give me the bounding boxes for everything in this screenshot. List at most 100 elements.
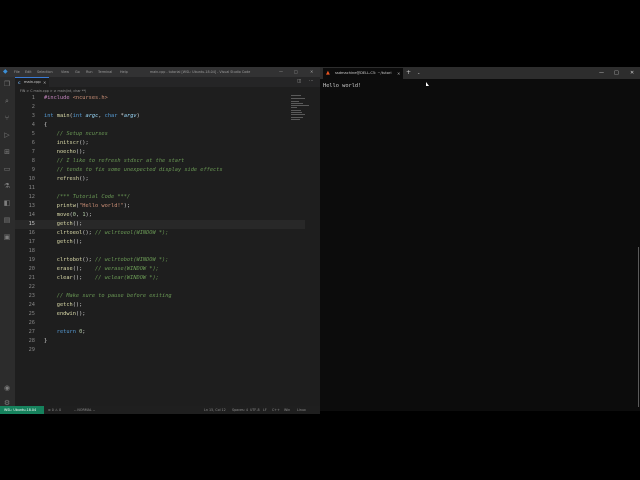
code-line[interactable]: 23 // Make sure to pause before exiting — [15, 292, 305, 301]
code-line[interactable]: 12 /*** Tutorial Code ***/ — [15, 193, 305, 202]
menu-view[interactable]: View — [61, 68, 69, 76]
line-number: 10 — [28, 176, 35, 182]
encoding[interactable]: UTF-8 — [250, 406, 260, 414]
close-icon[interactable]: ✕ — [310, 68, 313, 76]
code-line[interactable]: 29 — [15, 346, 305, 355]
remote-indicator[interactable]: WSL: Ubuntu-18.04 — [0, 406, 44, 414]
code-line[interactable]: 26 — [15, 319, 305, 328]
line-number: 1 — [31, 95, 35, 101]
minimap[interactable] — [291, 94, 313, 124]
minimize-icon[interactable]: — — [599, 69, 604, 77]
code-line[interactable]: 7 noecho(); — [15, 148, 305, 157]
split-editor-icon[interactable]: ◫ — [297, 78, 301, 86]
terminal-output[interactable]: Hello world! — [323, 82, 361, 90]
code-token: // werase(WINDOW *); — [95, 266, 159, 272]
code-line[interactable]: 9 // tends to fix some unexpected displa… — [15, 166, 305, 175]
line-number: 11 — [28, 185, 35, 191]
code-token: // wclrtoeol(WINDOW *); — [95, 230, 169, 236]
code-line[interactable]: 22 — [15, 283, 305, 292]
editor-tabs: C main.cpp ✕ ◫ ⋯ — [15, 77, 320, 87]
tab-main-cpp[interactable]: C main.cpp ✕ — [15, 77, 49, 87]
code-text: { — [44, 121, 47, 130]
code-line[interactable]: 16 clrtoeol(); // wclrtoeol(WINDOW *); — [15, 229, 305, 238]
code-token: move — [56, 212, 70, 218]
code-token: // Setup ncurses — [56, 131, 108, 137]
code-line[interactable]: 24 getch(); — [15, 301, 305, 310]
more-actions-icon[interactable]: ⋯ — [309, 78, 314, 86]
code-line[interactable]: 5 // Setup ncurses — [15, 130, 305, 139]
problems-indicator[interactable]: ⊗ 0 ⚠ 0 — [48, 406, 61, 414]
menu-go[interactable]: Go — [75, 68, 80, 76]
line-number: 29 — [28, 347, 35, 353]
tab-close-icon[interactable]: ✕ — [397, 70, 400, 77]
maximize-icon[interactable]: □ — [294, 68, 298, 76]
code-line[interactable]: 13 printw("Hello world!"); — [15, 202, 305, 211]
extensions-icon[interactable]: ⊞ — [3, 148, 11, 156]
bookmarks-icon[interactable]: ◧ — [3, 199, 11, 207]
menu-help[interactable]: Help — [120, 68, 128, 76]
code-line[interactable]: 17 getch(); — [15, 238, 305, 247]
code-text: #include <ncurses.h> — [44, 94, 108, 103]
code-line[interactable]: 4{ — [15, 121, 305, 130]
menu-terminal[interactable]: Terminal — [98, 68, 112, 76]
close-icon[interactable]: ✕ — [630, 69, 634, 77]
code-line[interactable]: 11 — [15, 184, 305, 193]
menu-file[interactable]: File — [14, 68, 20, 76]
os-indicator[interactable]: Linux — [297, 406, 306, 414]
menu-run[interactable]: Run — [86, 68, 93, 76]
code-line[interactable]: 10 refresh(); — [15, 175, 305, 184]
tab-close-icon[interactable]: ✕ — [43, 79, 46, 87]
new-tab-icon[interactable]: + — [406, 69, 411, 77]
vim-mode: -- NORMAL -- — [74, 408, 96, 412]
menu-selection[interactable]: Selection — [37, 68, 53, 76]
code-token: (); — [72, 221, 83, 227]
remote-explorer-icon[interactable]: ▭ — [3, 165, 11, 173]
code-line[interactable]: 8 // I like to refresh stdscr at the sta… — [15, 157, 305, 166]
code-line[interactable]: 18 — [15, 247, 305, 256]
line-number: 17 — [28, 239, 35, 245]
code-token: getch — [56, 239, 73, 245]
terminal-icon[interactable]: ▣ — [3, 233, 11, 241]
account-icon[interactable]: ◉ — [3, 384, 11, 392]
chevron-down-icon[interactable]: ⌄ — [417, 69, 420, 77]
maximize-icon[interactable]: □ — [614, 69, 619, 77]
language-mode[interactable]: C++ — [272, 406, 280, 414]
code-line[interactable]: 28} — [15, 337, 305, 346]
menu-edit[interactable]: Edit — [25, 68, 32, 76]
code-token: // tends to fix some unexpected display … — [56, 167, 223, 173]
code-line[interactable]: 6 initscr(); — [15, 139, 305, 148]
code-line[interactable]: 1 #include <ncurses.h> — [15, 94, 305, 103]
code-token: ; — [82, 329, 86, 335]
code-line[interactable]: 15 getch(); — [15, 220, 305, 229]
code-token: } — [44, 338, 48, 344]
scrollbar[interactable] — [638, 247, 639, 407]
code-editor[interactable]: 1 #include <ncurses.h> 2 3 int main(int argc… — [15, 94, 320, 406]
code-line[interactable]: 19 clrtobot(); // wclrtobot(WINDOW *); — [15, 256, 305, 265]
indentation[interactable]: Spaces: 4 — [232, 406, 248, 414]
code-text: // Make sure to pause before exiting — [44, 292, 172, 301]
platform[interactable]: Win — [284, 406, 290, 414]
code-line[interactable]: 25 endwin(); — [15, 310, 305, 319]
end-of-line[interactable]: LF — [263, 406, 267, 414]
cursor-position[interactable]: Ln 15, Col 12 — [204, 406, 226, 414]
code-line[interactable]: 2 — [15, 103, 305, 112]
search-icon[interactable]: ⌕ — [3, 97, 11, 105]
code-line[interactable]: 14 move(0, 1); — [15, 211, 305, 220]
code-token: <ncurses.h> — [72, 95, 108, 101]
testing-icon[interactable]: ⚗ — [3, 182, 11, 190]
code-line[interactable]: 21 clear(); // wclear(WINDOW *); — [15, 274, 305, 283]
code-line[interactable]: 20 erase(); // werase(WINDOW *); — [15, 265, 305, 274]
source-control-icon[interactable]: ⑂ — [3, 114, 11, 122]
code-text: clrtoeol(); // wclrtoeol(WINDOW *); — [44, 229, 169, 238]
code-token: ) — [136, 113, 140, 119]
folder-icon[interactable]: ▤ — [3, 216, 11, 224]
code-line[interactable]: 3 int main(int argc, char *argv) — [15, 112, 305, 121]
minimize-icon[interactable]: — — [279, 68, 283, 76]
run-debug-icon[interactable]: ▷ — [3, 131, 11, 139]
terminal-tab[interactable]: ▲ ssdmachine@DELL-C5: ~/tutori ✕ — [323, 68, 403, 79]
code-line[interactable]: 27 return 0; — [15, 328, 305, 337]
files-icon[interactable]: ❐ — [3, 80, 11, 88]
